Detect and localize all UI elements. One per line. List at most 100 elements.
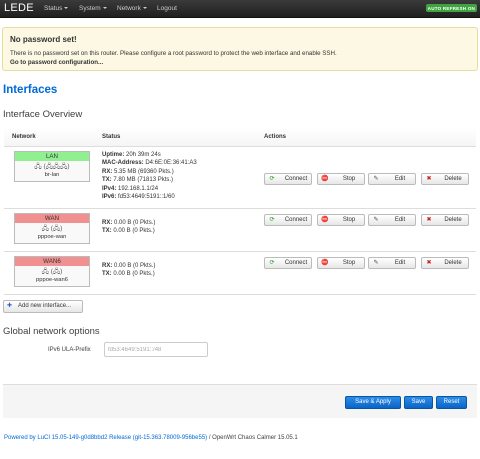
alert-message: There is no password set on this router.…: [10, 50, 337, 57]
edit-button[interactable]: ✎ Edit: [368, 173, 416, 185]
network-name: WAN6: [15, 257, 89, 266]
delete-icon: ✖: [426, 216, 432, 223]
network-badge-wan6: WAN6 🖧 (🖧) pppoe-wan6: [14, 256, 90, 287]
header-status: Status: [102, 134, 121, 140]
menu-system-label: System: [79, 5, 101, 12]
status-label: IPv4:: [102, 185, 117, 192]
save-apply-button[interactable]: Save & Apply: [345, 396, 401, 409]
status-label: IPv6:: [102, 194, 117, 201]
menu-system[interactable]: System: [79, 5, 107, 12]
ula-prefix-label: IPv6 ULA-Prefix: [48, 347, 91, 353]
network-device-name: pppoe-wan6: [36, 277, 68, 283]
delete-icon: ✖: [426, 259, 432, 266]
status-value: 20h 39m 24s: [124, 152, 161, 158]
status-value: fd53:4649:5191::1/60: [116, 194, 175, 201]
password-config-link[interactable]: Go to password configuration...: [10, 59, 103, 66]
edit-button[interactable]: ✎ Edit: [368, 257, 416, 269]
reset-button[interactable]: Reset: [436, 396, 467, 409]
network-device-icon: 🖧 (🖧🖧🖧): [34, 163, 70, 170]
reload-icon: ⟳: [269, 259, 275, 266]
chevron-down-icon: [64, 7, 69, 10]
edit-icon: ✎: [373, 216, 379, 223]
status-label: TX:: [102, 271, 112, 278]
table-row: WAN6 🖧 (🖧) pppoe-wan6 RX: 0.00 B (0 Pkts…: [4, 252, 476, 295]
status-label: RX:: [102, 263, 113, 269]
header-network: Network: [12, 134, 36, 140]
network-badge-wan: WAN 🖧 (🖧) pppoe-wan: [14, 213, 90, 244]
menu-network-label: Network: [117, 5, 141, 12]
status-value: 192.168.1.1/24: [116, 185, 159, 192]
network-status: RX: 0.00 B (0 Pkts.) TX: 0.00 B (0 Pkts.…: [102, 219, 155, 236]
stop-icon: ⛔: [321, 216, 329, 223]
reload-icon: ⟳: [269, 175, 275, 182]
top-navbar: LEDE Status System Network Logout AUTO R…: [0, 0, 480, 18]
status-value: 0.00 B (0 Pkts.): [111, 271, 155, 278]
status-label: TX:: [102, 228, 112, 235]
connect-button[interactable]: ⟳ Connect: [264, 214, 312, 226]
network-name: WAN: [15, 214, 89, 223]
network-device-icon: 🖧 (🖧): [41, 268, 63, 275]
edit-button[interactable]: ✎ Edit: [368, 214, 416, 226]
footer-text: / OpenWrt Chaos Calmer 15.05.1: [207, 435, 298, 441]
button-label: Connect: [284, 217, 308, 223]
menu-status-label: Status: [44, 5, 63, 12]
button-label: Add new interface...: [18, 303, 72, 309]
network-device-icon: 🖧 (🖧): [41, 225, 63, 232]
status-value: 5.35 MB (69360 Pkts.): [112, 168, 174, 175]
status-value: 7.80 MB (71813 Pkts.): [111, 177, 174, 184]
network-name: LAN: [15, 152, 89, 161]
status-label: TX:: [102, 177, 112, 184]
brand-logo[interactable]: LEDE: [4, 2, 34, 14]
delete-button[interactable]: ✖ Delete: [421, 214, 469, 226]
status-value: D4:6E:0E:36:41:A3: [143, 160, 197, 167]
page-title: Interfaces: [3, 84, 58, 96]
stop-icon: ⛔: [321, 259, 329, 266]
network-device-name: br-lan: [44, 172, 60, 178]
no-password-alert: No password set! There is no password se…: [2, 27, 478, 71]
status-label: RX:: [102, 168, 113, 175]
status-label: MAC-Address:: [102, 160, 144, 167]
button-label: Connect: [284, 260, 308, 266]
ula-prefix-input[interactable]: [104, 342, 208, 357]
stop-button[interactable]: ⛔ Stop: [317, 173, 365, 185]
button-label: Stop: [342, 260, 356, 266]
network-status: RX: 0.00 B (0 Pkts.) TX: 0.00 B (0 Pkts.…: [102, 262, 155, 279]
button-label: Edit: [394, 176, 406, 182]
button-label: Delete: [444, 176, 462, 182]
delete-button[interactable]: ✖ Delete: [421, 257, 469, 269]
stop-icon: ⛔: [321, 175, 329, 182]
table-row: LAN 🖧 (🖧🖧🖧) br-lan Uptime: 20h 39m 24s M…: [4, 147, 476, 209]
add-interface-button[interactable]: ✚ Add new interface...: [3, 300, 83, 313]
menu-status[interactable]: Status: [44, 5, 69, 12]
button-label: Stop: [342, 217, 356, 223]
alert-title: No password set!: [10, 35, 77, 44]
connect-button[interactable]: ⟳ Connect: [264, 257, 312, 269]
status-value: 0.00 B (0 Pkts.): [111, 228, 155, 235]
chevron-down-icon: [142, 7, 147, 10]
auto-refresh-toggle[interactable]: AUTO REFRESH ON: [425, 4, 477, 12]
button-label: Edit: [394, 260, 406, 266]
button-label: Delete: [444, 260, 462, 266]
status-value: 0.00 B (0 Pkts.): [112, 263, 156, 269]
luci-link[interactable]: Powered by LuCI 15.05-149-g0d8bbd2 Relea…: [4, 435, 207, 441]
delete-button[interactable]: ✖ Delete: [421, 173, 469, 185]
network-badge-lan: LAN 🖧 (🖧🖧🖧) br-lan: [14, 151, 90, 182]
button-label: Connect: [284, 176, 308, 182]
network-status: Uptime: 20h 39m 24s MAC-Address: D4:6E:0…: [102, 151, 197, 201]
button-label: Delete: [444, 217, 462, 223]
menu-logout[interactable]: Logout: [157, 5, 177, 12]
network-device-name: pppoe-wan: [37, 234, 67, 240]
reload-icon: ⟳: [269, 216, 275, 223]
form-actions: Save & Apply Save Reset: [3, 384, 477, 418]
stop-button[interactable]: ⛔ Stop: [317, 214, 365, 226]
interfaces-table: Network Status Actions LAN 🖧 (🖧🖧🖧) br-la…: [4, 127, 476, 295]
footer: Powered by LuCI 15.05-149-g0d8bbd2 Relea…: [4, 435, 298, 441]
stop-button[interactable]: ⛔ Stop: [317, 257, 365, 269]
add-icon: ✚: [7, 303, 13, 309]
delete-icon: ✖: [426, 175, 432, 182]
menu-network[interactable]: Network: [117, 5, 147, 12]
status-value: 0.00 B (0 Pkts.): [112, 220, 156, 226]
save-button[interactable]: Save: [404, 396, 433, 409]
chevron-down-icon: [102, 7, 107, 10]
connect-button[interactable]: ⟳ Connect: [264, 173, 312, 185]
